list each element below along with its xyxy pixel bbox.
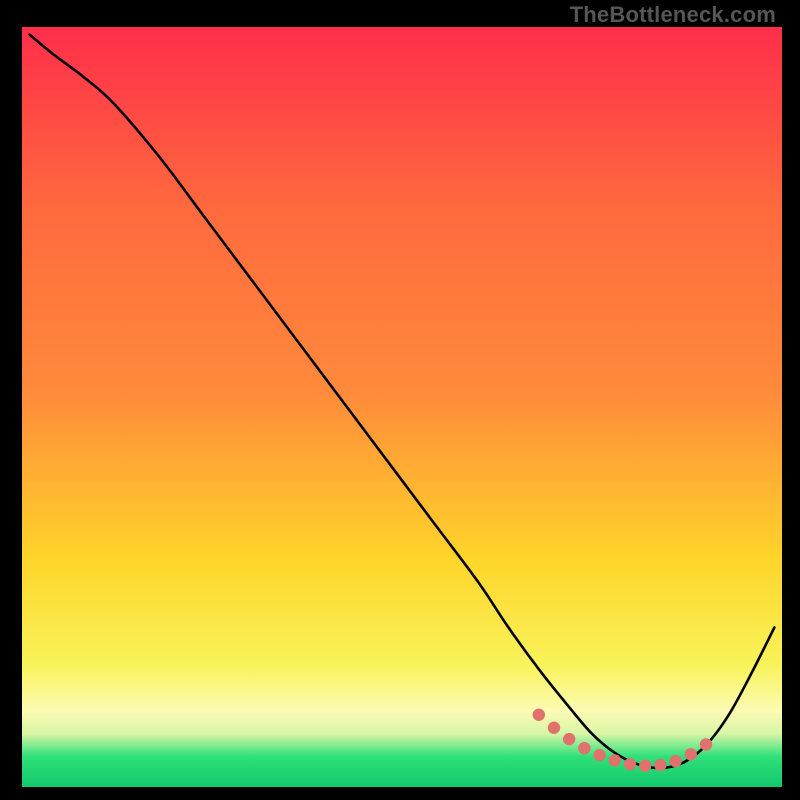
marker-dot <box>593 749 605 761</box>
marker-dot <box>548 722 560 734</box>
marker-dot <box>685 748 697 760</box>
marker-dot <box>533 709 545 721</box>
plot-background <box>22 27 782 787</box>
marker-dot <box>639 760 651 772</box>
marker-dot <box>654 759 666 771</box>
marker-dot <box>609 754 621 766</box>
marker-dot <box>624 758 636 770</box>
marker-dot <box>700 738 712 750</box>
marker-dot <box>669 755 681 767</box>
marker-dot <box>578 742 590 754</box>
bottleneck-chart <box>0 0 800 800</box>
marker-dot <box>563 733 575 745</box>
